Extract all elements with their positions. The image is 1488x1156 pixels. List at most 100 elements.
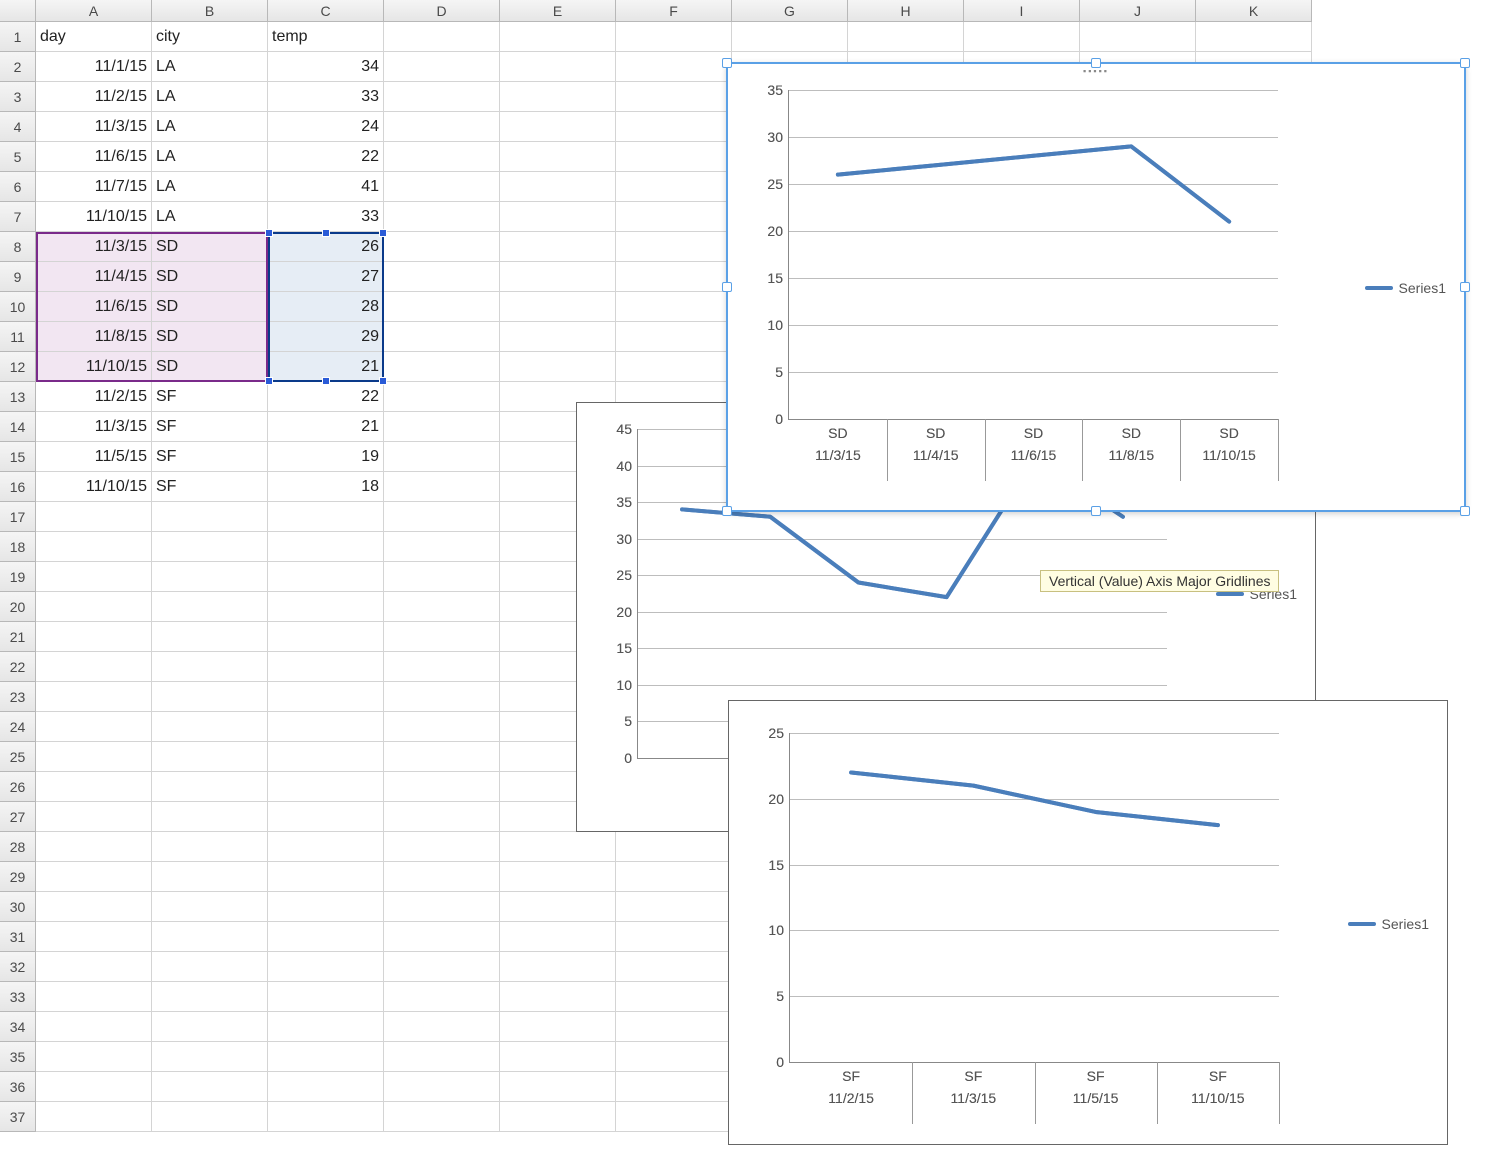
row-header-1[interactable]: 1 bbox=[0, 22, 36, 52]
cell-D21[interactable] bbox=[384, 622, 500, 652]
cell-E4[interactable] bbox=[500, 112, 616, 142]
row-header-30[interactable]: 30 bbox=[0, 892, 36, 922]
cell-C11[interactable]: 29 bbox=[268, 322, 384, 352]
cell-C5[interactable]: 22 bbox=[268, 142, 384, 172]
row-header-3[interactable]: 3 bbox=[0, 82, 36, 112]
cell-E37[interactable] bbox=[500, 1102, 616, 1132]
col-header-D[interactable]: D bbox=[384, 0, 500, 22]
cell-E3[interactable] bbox=[500, 82, 616, 112]
cell-C13[interactable]: 22 bbox=[268, 382, 384, 412]
cell-E9[interactable] bbox=[500, 262, 616, 292]
row-header-7[interactable]: 7 bbox=[0, 202, 36, 232]
cell-C21[interactable] bbox=[268, 622, 384, 652]
cell-D34[interactable] bbox=[384, 1012, 500, 1042]
row-header-24[interactable]: 24 bbox=[0, 712, 36, 742]
cell-A18[interactable] bbox=[36, 532, 152, 562]
row-header-4[interactable]: 4 bbox=[0, 112, 36, 142]
cell-C2[interactable]: 34 bbox=[268, 52, 384, 82]
row-header-15[interactable]: 15 bbox=[0, 442, 36, 472]
col-header-B[interactable]: B bbox=[152, 0, 268, 22]
cell-F34[interactable] bbox=[616, 1012, 732, 1042]
cell-A33[interactable] bbox=[36, 982, 152, 1012]
cell-D11[interactable] bbox=[384, 322, 500, 352]
cell-A11[interactable]: 11/8/15 bbox=[36, 322, 152, 352]
cell-D5[interactable] bbox=[384, 142, 500, 172]
col-header-F[interactable]: F bbox=[616, 0, 732, 22]
cell-F11[interactable] bbox=[616, 322, 732, 352]
cell-D17[interactable] bbox=[384, 502, 500, 532]
cell-A32[interactable] bbox=[36, 952, 152, 982]
cell-F12[interactable] bbox=[616, 352, 732, 382]
cell-F36[interactable] bbox=[616, 1072, 732, 1102]
cell-C10[interactable]: 28 bbox=[268, 292, 384, 322]
cell-C8[interactable]: 26 bbox=[268, 232, 384, 262]
cell-D9[interactable] bbox=[384, 262, 500, 292]
cell-D32[interactable] bbox=[384, 952, 500, 982]
cell-F30[interactable] bbox=[616, 892, 732, 922]
cell-E36[interactable] bbox=[500, 1072, 616, 1102]
cell-B22[interactable] bbox=[152, 652, 268, 682]
cell-B10[interactable]: SD bbox=[152, 292, 268, 322]
cell-E6[interactable] bbox=[500, 172, 616, 202]
cell-C16[interactable]: 18 bbox=[268, 472, 384, 502]
row-header-22[interactable]: 22 bbox=[0, 652, 36, 682]
row-header-19[interactable]: 19 bbox=[0, 562, 36, 592]
cell-B21[interactable] bbox=[152, 622, 268, 652]
cell-C6[interactable]: 41 bbox=[268, 172, 384, 202]
row-header-17[interactable]: 17 bbox=[0, 502, 36, 532]
cell-A25[interactable] bbox=[36, 742, 152, 772]
row-header-13[interactable]: 13 bbox=[0, 382, 36, 412]
cell-B4[interactable]: LA bbox=[152, 112, 268, 142]
cell-D36[interactable] bbox=[384, 1072, 500, 1102]
row-header-21[interactable]: 21 bbox=[0, 622, 36, 652]
cell-C24[interactable] bbox=[268, 712, 384, 742]
cell-C31[interactable] bbox=[268, 922, 384, 952]
cell-C23[interactable] bbox=[268, 682, 384, 712]
cell-D12[interactable] bbox=[384, 352, 500, 382]
cell-A10[interactable]: 11/6/15 bbox=[36, 292, 152, 322]
cell-B2[interactable]: LA bbox=[152, 52, 268, 82]
cell-A6[interactable]: 11/7/15 bbox=[36, 172, 152, 202]
cell-B5[interactable]: LA bbox=[152, 142, 268, 172]
row-header-37[interactable]: 37 bbox=[0, 1102, 36, 1132]
cell-B30[interactable] bbox=[152, 892, 268, 922]
cell-A34[interactable] bbox=[36, 1012, 152, 1042]
cell-C4[interactable]: 24 bbox=[268, 112, 384, 142]
cell-D23[interactable] bbox=[384, 682, 500, 712]
cell-E28[interactable] bbox=[500, 832, 616, 862]
cell-D15[interactable] bbox=[384, 442, 500, 472]
cell-F1[interactable] bbox=[616, 22, 732, 52]
cell-A3[interactable]: 11/2/15 bbox=[36, 82, 152, 112]
cell-B19[interactable] bbox=[152, 562, 268, 592]
row-header-5[interactable]: 5 bbox=[0, 142, 36, 172]
cell-J1[interactable] bbox=[1080, 22, 1196, 52]
cell-E34[interactable] bbox=[500, 1012, 616, 1042]
cell-G1[interactable] bbox=[732, 22, 848, 52]
cell-E35[interactable] bbox=[500, 1042, 616, 1072]
cell-B14[interactable]: SF bbox=[152, 412, 268, 442]
cell-D2[interactable] bbox=[384, 52, 500, 82]
cell-C18[interactable] bbox=[268, 532, 384, 562]
cell-B23[interactable] bbox=[152, 682, 268, 712]
cell-B26[interactable] bbox=[152, 772, 268, 802]
cell-A12[interactable]: 11/10/15 bbox=[36, 352, 152, 382]
row-header-10[interactable]: 10 bbox=[0, 292, 36, 322]
cell-A17[interactable] bbox=[36, 502, 152, 532]
row-header-20[interactable]: 20 bbox=[0, 592, 36, 622]
row-header-26[interactable]: 26 bbox=[0, 772, 36, 802]
cell-C9[interactable]: 27 bbox=[268, 262, 384, 292]
cell-D7[interactable] bbox=[384, 202, 500, 232]
cell-F7[interactable] bbox=[616, 202, 732, 232]
cell-C36[interactable] bbox=[268, 1072, 384, 1102]
cell-A31[interactable] bbox=[36, 922, 152, 952]
cell-C34[interactable] bbox=[268, 1012, 384, 1042]
cell-C32[interactable] bbox=[268, 952, 384, 982]
cell-A20[interactable] bbox=[36, 592, 152, 622]
cell-B34[interactable] bbox=[152, 1012, 268, 1042]
select-all-corner[interactable] bbox=[0, 0, 36, 22]
cell-C35[interactable] bbox=[268, 1042, 384, 1072]
cell-C7[interactable]: 33 bbox=[268, 202, 384, 232]
cell-D31[interactable] bbox=[384, 922, 500, 952]
cell-A4[interactable]: 11/3/15 bbox=[36, 112, 152, 142]
cell-F3[interactable] bbox=[616, 82, 732, 112]
